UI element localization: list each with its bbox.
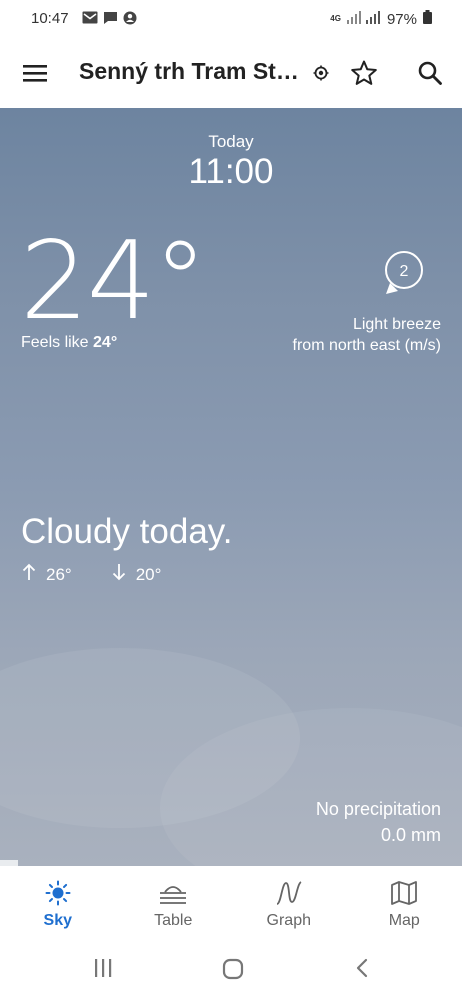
- precip-line-1: No precipitation: [315, 799, 441, 819]
- feels-like: Feels like 24°: [21, 334, 117, 352]
- forecast-hour: 11:00: [188, 152, 274, 191]
- map-icon: [390, 879, 418, 907]
- tab-graph[interactable]: Graph: [231, 866, 347, 940]
- status-bar: 10:47 4G 97%: [0, 0, 462, 38]
- wind-line-2: from north east (m/s): [292, 337, 441, 354]
- tab-table[interactable]: Table: [116, 866, 232, 940]
- wind-line-1: Light breeze: [352, 316, 441, 333]
- gmail-icon: [82, 11, 98, 28]
- arrow-up-icon: [22, 563, 36, 586]
- tab-table-label: Table: [154, 912, 193, 929]
- system-nav-bar: [0, 940, 462, 1000]
- temperature: 24°: [20, 219, 207, 344]
- feels-like-value: 24°: [93, 334, 118, 351]
- wind-speed: 2: [400, 263, 409, 280]
- tab-graph-label: Graph: [266, 912, 311, 929]
- arrow-down-icon: [112, 563, 126, 586]
- account-icon: [123, 11, 137, 29]
- precip-line-2: 0.0 mm: [380, 825, 441, 845]
- battery-icon: [423, 10, 432, 28]
- low-temp: 20°: [135, 564, 162, 584]
- high-low: 26° 20°: [22, 563, 161, 586]
- tab-map[interactable]: Map: [347, 866, 462, 940]
- sun-icon: [45, 879, 71, 907]
- tab-map-label: Map: [388, 912, 420, 929]
- bottom-nav: Sky Table Graph Map: [0, 866, 462, 940]
- network-label: 4G: [330, 14, 341, 23]
- high-temp: 26°: [46, 564, 72, 584]
- weather-summary: Cloudy today.: [21, 512, 233, 551]
- star-icon[interactable]: [350, 59, 378, 92]
- tab-sky[interactable]: Sky: [0, 866, 116, 940]
- precipitation: No precipitation 0.0 mm: [316, 796, 441, 848]
- forecast-day: Today: [208, 132, 254, 151]
- back-icon[interactable]: [354, 958, 370, 983]
- menu-icon[interactable]: [22, 62, 48, 84]
- home-icon[interactable]: [222, 958, 244, 985]
- status-time: 10:47: [31, 10, 69, 27]
- sky-panel[interactable]: Today 11:00 24° Feels like 24° 2 Light b…: [0, 108, 462, 866]
- table-icon: [159, 879, 187, 907]
- wind-direction-icon: 2: [380, 248, 430, 305]
- app-bar: Senný trh Tram St…: [0, 38, 462, 108]
- wind-description: Light breeze from north east (m/s): [293, 314, 441, 356]
- message-icon: [103, 11, 118, 29]
- feels-like-label: Feels like: [21, 334, 89, 351]
- tab-sky-label: Sky: [43, 912, 72, 929]
- graph-icon: [275, 879, 303, 907]
- signal-icon: [346, 10, 381, 28]
- location-title[interactable]: Senný trh Tram St…: [79, 58, 299, 85]
- battery-percent: 97%: [386, 10, 417, 28]
- search-icon[interactable]: [417, 60, 443, 91]
- recent-apps-icon[interactable]: [93, 958, 113, 983]
- location-icon[interactable]: [312, 64, 330, 87]
